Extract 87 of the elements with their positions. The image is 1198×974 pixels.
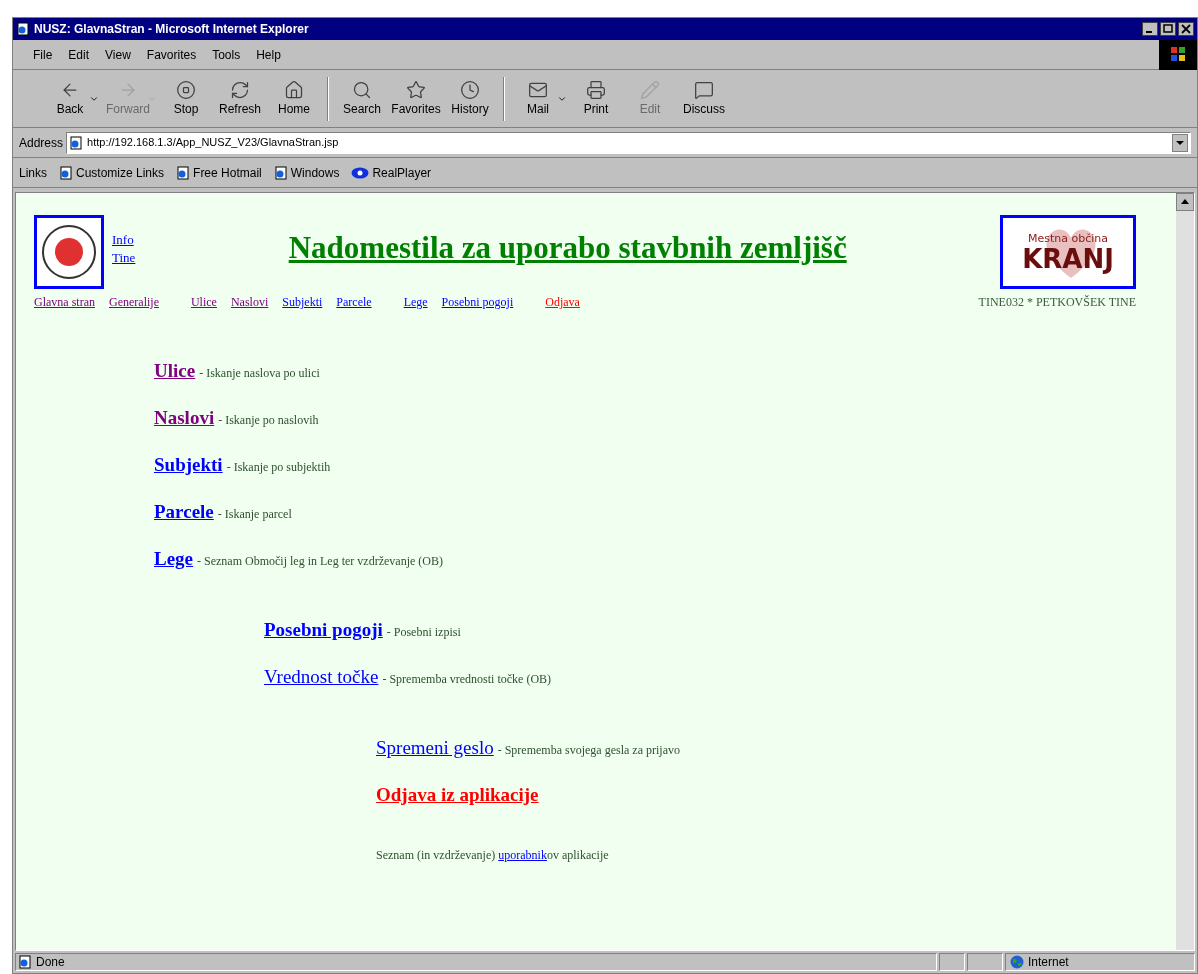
page-icon xyxy=(59,165,73,180)
nav-link[interactable]: Posebni pogoji xyxy=(441,293,514,311)
page-icon xyxy=(69,135,84,150)
flag-logo-icon xyxy=(1159,39,1197,70)
users-sentence: Seznam (in vzdrževanje) uporabnikov aplikacije xyxy=(375,847,610,864)
toolbar-button[interactable]: Search xyxy=(335,79,389,118)
toolbar-button[interactable]: Home xyxy=(267,79,321,118)
logo-title: KRANJ xyxy=(1022,244,1114,273)
toolbar-button[interactable]: Print xyxy=(569,79,623,118)
section-link[interactable]: Spremeni geslo xyxy=(376,734,494,763)
toolbar-button[interactable]: Back xyxy=(43,79,97,118)
minimize-icon[interactable] xyxy=(1142,22,1158,36)
nav-link[interactable]: Generalije xyxy=(109,293,159,311)
speech-bubble-icon xyxy=(694,79,714,100)
page-icon xyxy=(16,22,30,36)
nav-link[interactable]: Subjekti xyxy=(282,293,323,311)
section-link[interactable]: Subjekti xyxy=(154,451,223,480)
address-label: Address xyxy=(19,134,64,152)
page-icon xyxy=(273,165,288,180)
address-field[interactable]: http://192.168.1.3/App_NUSZ_V23/GlavnaStran.jsp xyxy=(66,131,1191,154)
real-player-icon xyxy=(351,166,370,179)
link-description: - Iskanje naslova po ulici xyxy=(199,365,320,382)
link-bar-item[interactable]: Windows xyxy=(273,163,340,182)
users-link[interactable]: uporabnik xyxy=(498,848,547,862)
target-logo-icon xyxy=(41,224,97,280)
link-bar-item[interactable]: Customize Links xyxy=(59,163,165,182)
section-link[interactable]: Parcele xyxy=(154,498,214,527)
nav-link[interactable]: Glavna stran xyxy=(34,293,95,311)
menu-item[interactable]: Help xyxy=(256,45,281,64)
page-icon xyxy=(18,955,32,969)
globe-icon xyxy=(1010,955,1024,969)
section-link[interactable]: Odjava iz aplikacije xyxy=(376,781,539,810)
link-description: - Posebni izpisi xyxy=(386,624,461,641)
section-link[interactable]: Posebni pogoji xyxy=(264,616,383,645)
clock-icon xyxy=(460,79,480,100)
section-link[interactable]: Vrednost točke xyxy=(264,663,379,692)
city-logo[interactable]: Mestna občina KRANJ xyxy=(1000,215,1136,289)
menu-item[interactable]: File xyxy=(33,45,53,64)
toolbar-button[interactable]: Favorites xyxy=(389,79,443,118)
link-description: - Iskanje po subjektih xyxy=(226,459,331,476)
maximize-icon[interactable] xyxy=(1160,22,1176,36)
section-link[interactable]: Ulice xyxy=(154,357,196,386)
toolbar-button[interactable]: Mail xyxy=(511,79,565,118)
logo-subtitle: Mestna občina xyxy=(1027,231,1108,245)
status-panel xyxy=(939,953,965,971)
side-link[interactable]: Info xyxy=(112,231,136,249)
nav-link[interactable]: Ulice xyxy=(190,293,217,311)
close-icon[interactable] xyxy=(1178,22,1194,36)
link-description: - Seznam Območij leg in Leg ter vzdrževanje (OB) xyxy=(197,553,443,570)
link-description: - Sprememba svojega gesla za prijavo xyxy=(497,742,680,759)
refresh-icon xyxy=(230,79,250,100)
link-bar-item[interactable]: Free Hotmail xyxy=(176,163,262,182)
section-link[interactable]: Lege xyxy=(154,545,194,574)
menu-item[interactable]: Tools xyxy=(212,45,241,64)
scrollbar[interactable] xyxy=(1176,193,1194,950)
status-text: Done xyxy=(36,954,65,971)
page-icon xyxy=(176,165,191,180)
menu-item[interactable]: Favorites xyxy=(146,45,197,64)
status-panel xyxy=(967,953,1003,971)
menu-item[interactable]: View xyxy=(105,45,131,64)
toolbar-button[interactable]: Discuss xyxy=(677,79,731,118)
toolbar-button[interactable]: Refresh xyxy=(213,79,267,118)
toolbar-button[interactable]: Stop xyxy=(159,79,213,118)
logo-frame[interactable] xyxy=(34,215,104,289)
links-label: Links xyxy=(19,164,47,182)
home-icon xyxy=(284,79,304,100)
link-description: - Iskanje po naslovih xyxy=(218,412,319,429)
link-description: - Sprememba vrednosti točke (OB) xyxy=(382,671,552,688)
link-description: - Iskanje parcel xyxy=(217,506,292,523)
window-title: NUSZ: GlavnaStran - Microsoft Internet Explorer xyxy=(34,21,309,38)
page-heading[interactable]: Nadomestila za uporabo stavbnih zemljišč xyxy=(288,225,847,272)
side-link[interactable]: Tine xyxy=(112,249,136,267)
zone-text: Internet xyxy=(1028,954,1069,971)
stop-icon xyxy=(176,79,196,100)
nav-link[interactable]: Parcele xyxy=(336,293,372,311)
section-link[interactable]: Naslovi xyxy=(154,404,215,433)
nav-link[interactable]: Odjava xyxy=(545,293,580,311)
printer-icon xyxy=(586,79,606,100)
link-bar-item[interactable]: RealPlayer xyxy=(351,163,432,182)
menu-item[interactable]: Edit xyxy=(68,45,90,64)
nav-link[interactable]: Lege xyxy=(403,293,428,311)
pencil-icon xyxy=(640,79,660,100)
search-icon xyxy=(352,79,372,100)
star-icon xyxy=(406,79,426,100)
nav-link[interactable]: Naslovi xyxy=(230,293,269,311)
user-name: TINE032 * PETKOVŠEK TINE xyxy=(978,294,1136,311)
toolbar-button[interactable]: History xyxy=(443,79,497,118)
